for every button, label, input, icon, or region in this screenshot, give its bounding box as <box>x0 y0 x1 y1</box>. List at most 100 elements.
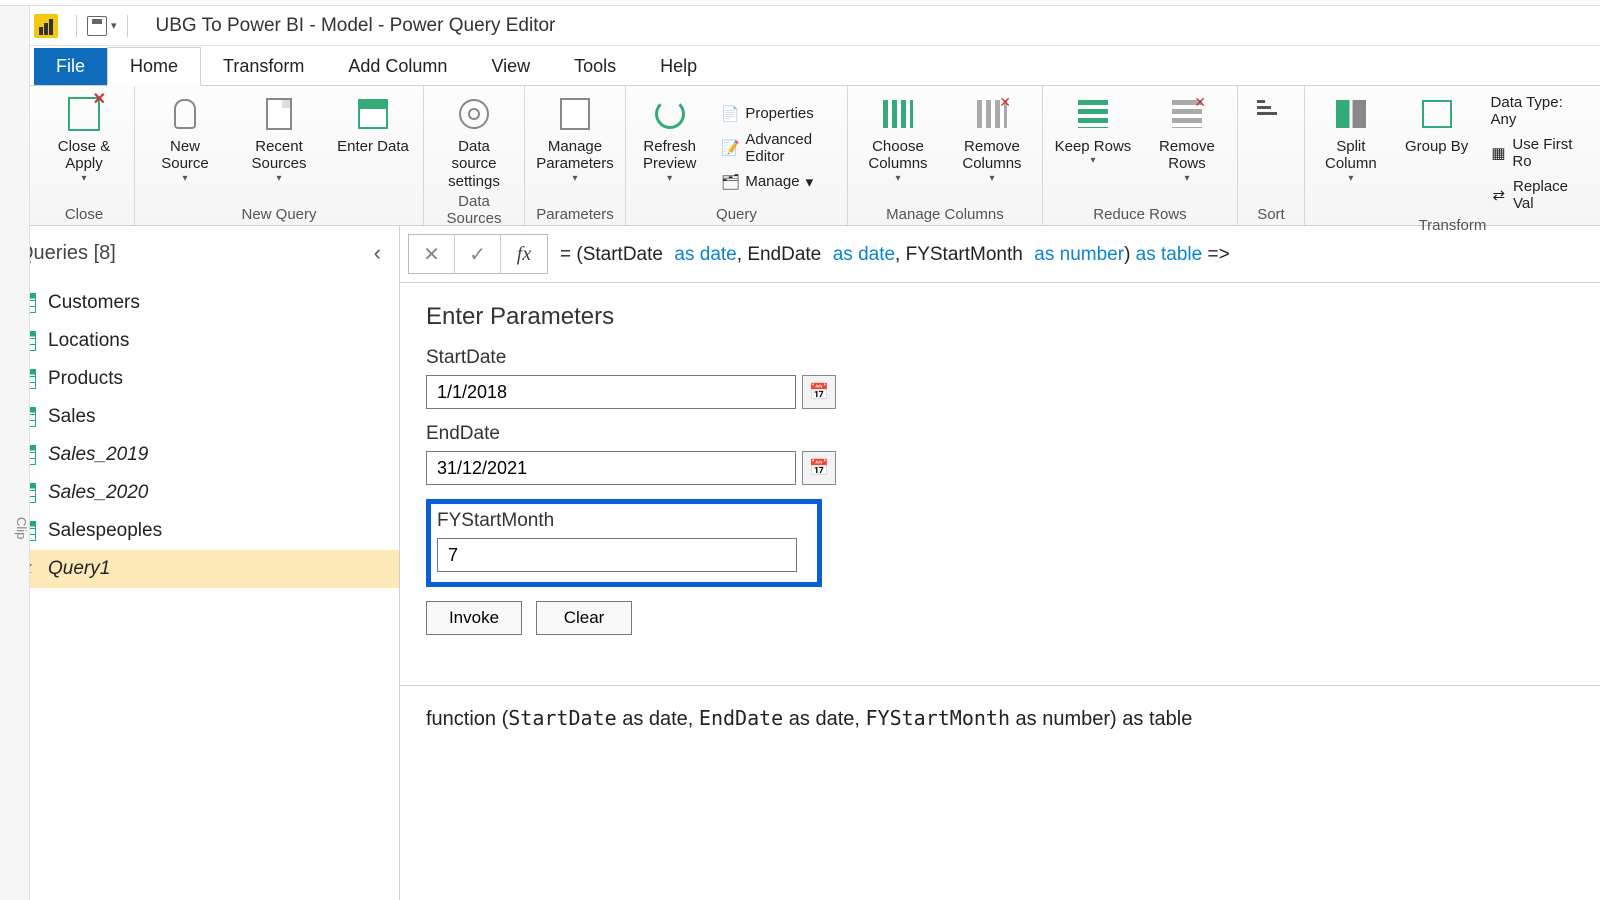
enddate-calendar-icon[interactable]: 📅 <box>802 451 836 485</box>
new-source-button[interactable]: New Source▾ <box>145 92 225 203</box>
group-datasources-label: Data Sources <box>434 190 514 227</box>
startdate-label: StartDate <box>426 347 1574 369</box>
main-area: Queries [8] ‹ Customers Locations Products… <box>0 226 1600 900</box>
close-apply-icon <box>68 97 100 131</box>
remove-columns-button[interactable]: Remove Columns▾ <box>952 92 1032 203</box>
group-query-label: Query <box>636 203 837 223</box>
refresh-preview-button[interactable]: Refresh Preview▾ <box>636 92 703 203</box>
tab-add-column[interactable]: Add Column <box>326 48 469 85</box>
group-reducerows-label: Reduce Rows <box>1053 203 1227 223</box>
function-signature: function (StartDate as date, EndDate as … <box>400 685 1600 751</box>
enter-data-icon <box>358 99 388 129</box>
keep-rows-button[interactable]: Keep Rows▾ <box>1053 92 1133 203</box>
enter-parameters-panel: Enter Parameters StartDate 📅 EndDate 📅 F… <box>400 283 1600 655</box>
query-item-products[interactable]: Products <box>0 360 399 398</box>
query-item-label: Query1 <box>48 558 110 580</box>
queries-list: Customers Locations Products Sales Sales_201… <box>0 280 399 592</box>
group-sort-label: Sort <box>1248 203 1294 223</box>
new-source-icon <box>174 99 196 129</box>
startdate-input[interactable] <box>426 375 796 409</box>
group-by-icon <box>1422 100 1452 128</box>
query-item-label: Products <box>48 368 123 390</box>
formula-fx-icon[interactable]: fx <box>501 235 547 273</box>
enter-data-button[interactable]: Enter Data <box>333 92 413 203</box>
invoke-button[interactable]: Invoke <box>426 601 522 635</box>
window-title: UBG To Power BI - Model - Power Query Ed… <box>156 15 556 37</box>
first-row-icon: ▦ <box>1491 144 1507 162</box>
powerbi-logo-icon <box>34 14 58 38</box>
ribbon-tabstrip: File Home Transform Add Column View Tool… <box>0 46 1600 86</box>
refresh-icon <box>655 99 685 129</box>
enter-parameters-title: Enter Parameters <box>426 303 1574 331</box>
keep-rows-icon <box>1078 100 1108 128</box>
query-item-sales[interactable]: Sales <box>0 398 399 436</box>
tab-view[interactable]: View <box>469 48 552 85</box>
query-item-label: Sales_2019 <box>48 444 148 466</box>
queries-pane: Queries [8] ‹ Customers Locations Products… <box>0 226 400 900</box>
ribbon: Close & Apply▾ Close New Source▾ Recent … <box>0 86 1600 226</box>
query-item-sales_2020[interactable]: Sales_2020 <box>0 474 399 512</box>
startdate-calendar-icon[interactable]: 📅 <box>802 375 836 409</box>
choose-columns-button[interactable]: Choose Columns▾ <box>858 92 938 203</box>
data-type-button[interactable]: Data Type: Any <box>1487 92 1590 130</box>
query-item-salespeoples[interactable]: Salespeoples <box>0 512 399 550</box>
use-first-row-button[interactable]: ▦Use First Ro <box>1487 134 1590 172</box>
formula-cancel-button[interactable]: ✕ <box>409 235 455 273</box>
clear-button[interactable]: Clear <box>536 601 632 635</box>
query-item-locations[interactable]: Locations <box>0 322 399 360</box>
query-item-query1[interactable]: fxQuery1 <box>0 550 399 588</box>
fystartmonth-highlighted-group: FYStartMonth <box>426 499 822 587</box>
tab-help[interactable]: Help <box>638 48 719 85</box>
properties-button[interactable]: 📄Properties <box>717 103 837 125</box>
recent-sources-icon <box>266 98 292 130</box>
group-close-label: Close <box>44 203 124 223</box>
enddate-input[interactable] <box>426 451 796 485</box>
manage-parameters-icon <box>560 98 590 130</box>
advanced-editor-icon: 📝 <box>721 139 739 157</box>
tab-file[interactable]: File <box>34 48 107 85</box>
remove-rows-button[interactable]: Remove Rows▾ <box>1147 92 1227 203</box>
replace-values-button[interactable]: ⇄Replace Val <box>1487 176 1590 214</box>
save-icon[interactable] <box>87 16 107 36</box>
close-apply-button[interactable]: Close & Apply▾ <box>44 92 124 203</box>
query-item-label: Locations <box>48 330 129 352</box>
formula-bar: ✕ ✓ fx = (StartDate as date, EndDate as … <box>400 226 1600 283</box>
formula-commit-button[interactable]: ✓ <box>455 235 501 273</box>
datasource-settings-icon <box>459 99 489 129</box>
formula-text[interactable]: = (StartDate as date, EndDate as date, F… <box>548 243 1592 266</box>
qat-dropdown-icon[interactable]: ▾ <box>111 19 117 32</box>
choose-columns-icon <box>883 100 913 128</box>
data-source-settings-button[interactable]: Data source settings <box>434 92 514 190</box>
query-item-customers[interactable]: Customers <box>0 284 399 322</box>
query-item-label: Customers <box>48 292 140 314</box>
split-column-button[interactable]: Split Column▾ <box>1315 92 1387 214</box>
properties-icon: 📄 <box>721 105 739 123</box>
separator <box>76 15 77 37</box>
fystartmonth-input[interactable] <box>437 538 797 572</box>
group-parameters-label: Parameters <box>535 203 615 223</box>
tab-transform[interactable]: Transform <box>201 48 326 85</box>
collapse-queries-icon[interactable]: ‹ <box>374 240 381 266</box>
query-item-sales_2019[interactable]: Sales_2019 <box>0 436 399 474</box>
remove-rows-icon <box>1172 100 1202 128</box>
enddate-label: EndDate <box>426 423 1574 445</box>
manage-parameters-button[interactable]: Manage Parameters▾ <box>535 92 615 203</box>
group-by-button[interactable]: Group By <box>1401 92 1473 214</box>
tab-home[interactable]: Home <box>107 47 201 86</box>
sort-buttons[interactable] <box>1248 92 1294 203</box>
replace-icon: ⇄ <box>1491 186 1507 204</box>
clipboard-pane-edge: Clip <box>0 6 30 900</box>
title-bar: ▾ UBG To Power BI - Model - Power Query … <box>0 6 1600 46</box>
recent-sources-button[interactable]: Recent Sources▾ <box>239 92 319 203</box>
manage-icon: 🗂 <box>721 173 739 191</box>
query-item-label: Sales <box>48 406 96 428</box>
query-item-label: Salespeoples <box>48 520 162 542</box>
remove-columns-icon <box>977 100 1007 128</box>
group-newquery-label: New Query <box>145 203 413 223</box>
query-item-label: Sales_2020 <box>48 482 148 504</box>
manage-query-button[interactable]: 🗂Manage ▾ <box>717 171 837 193</box>
queries-header: Queries [8] <box>18 242 116 265</box>
fystartmonth-label: FYStartMonth <box>437 510 809 532</box>
advanced-editor-button[interactable]: 📝Advanced Editor <box>717 129 837 167</box>
tab-tools[interactable]: Tools <box>552 48 638 85</box>
